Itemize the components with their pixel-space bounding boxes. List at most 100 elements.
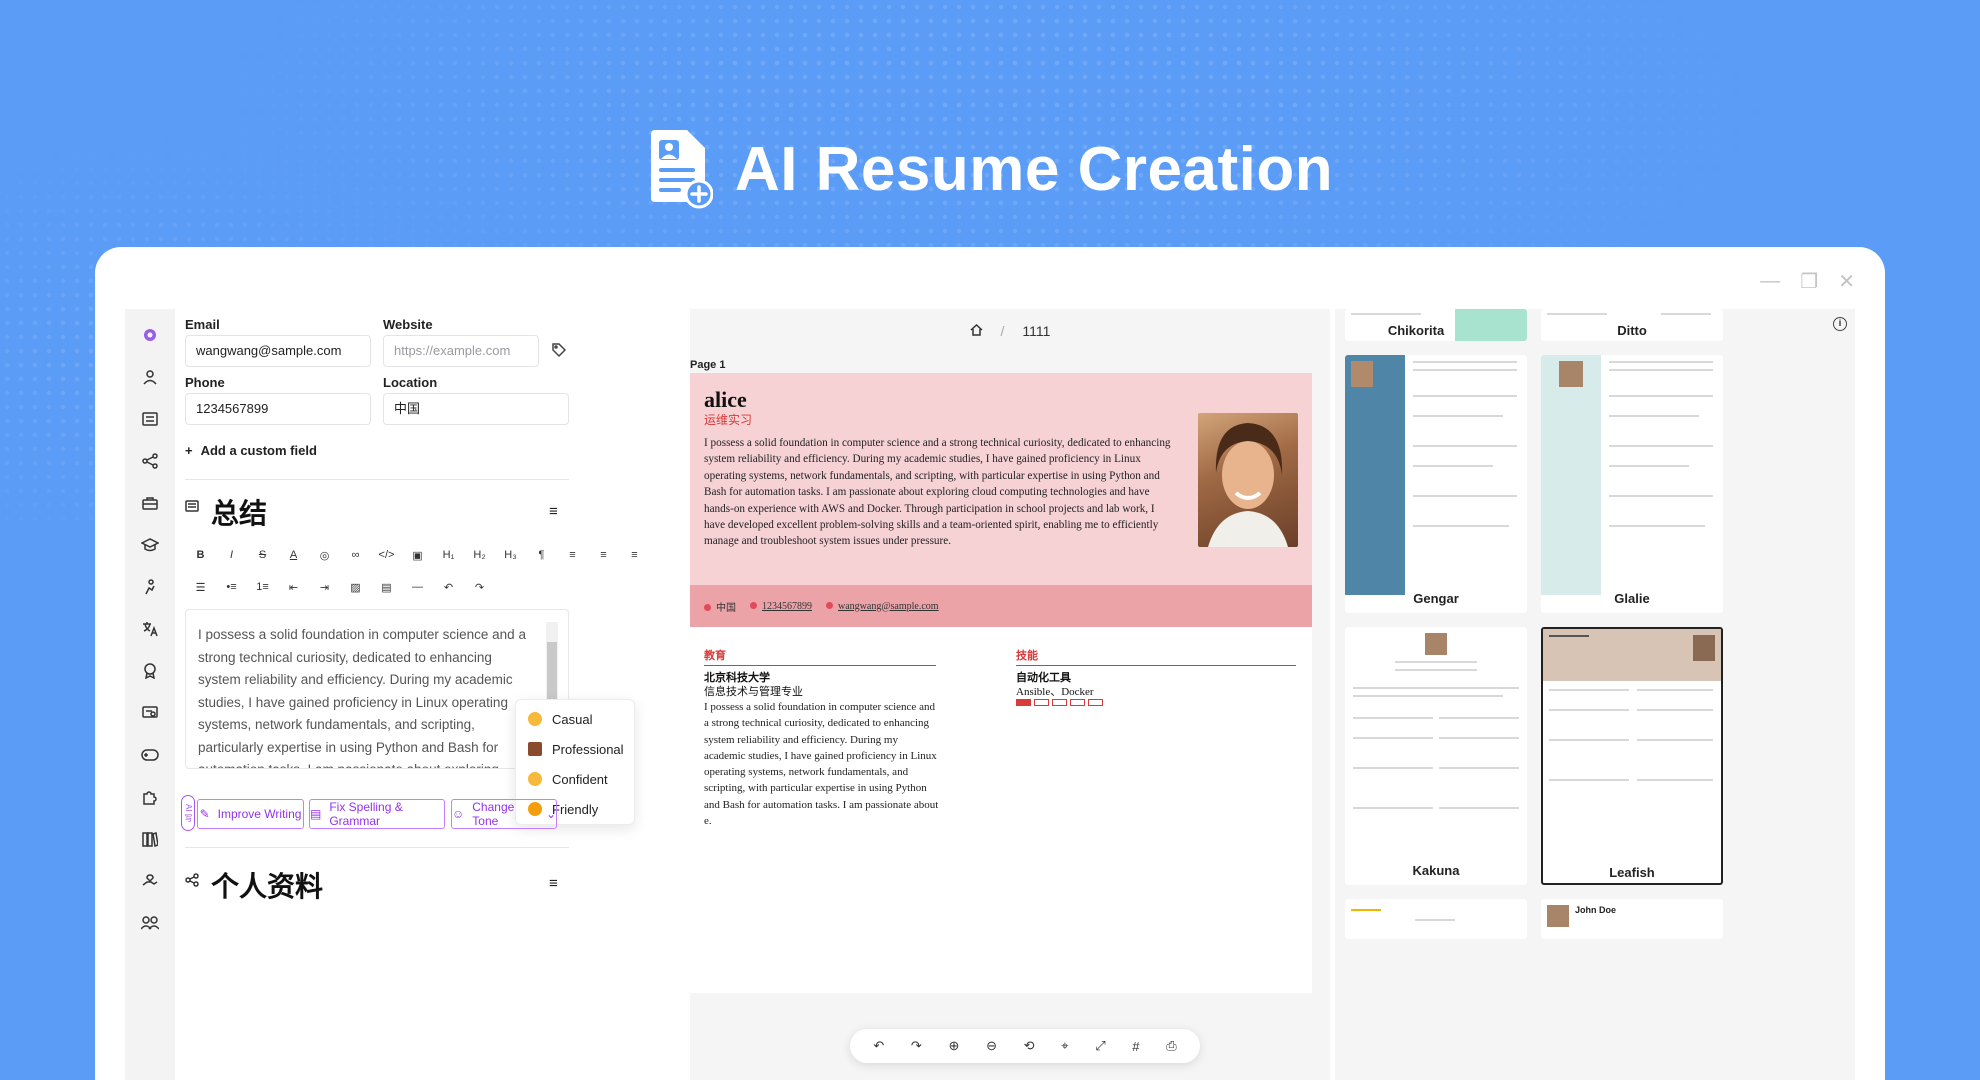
template-card[interactable]: John Doe	[1541, 899, 1723, 939]
template-card[interactable]: Gengar	[1345, 355, 1527, 613]
heading1-icon[interactable]: H₁	[433, 539, 464, 571]
profiles-title: 个人资料	[211, 871, 324, 902]
heading3-icon[interactable]: H₃	[495, 539, 526, 571]
ordered-list-icon[interactable]: 1≡	[247, 571, 278, 603]
hero-title: AI Resume Creation	[734, 134, 1334, 204]
center-icon[interactable]: ⌖	[1061, 1038, 1068, 1054]
page-break-icon[interactable]: #	[1132, 1039, 1139, 1054]
link-icon[interactable]: ∞	[340, 539, 371, 571]
drag-handle-icon[interactable]: ≡	[549, 875, 558, 892]
contact-email[interactable]: wangwang@sample.com	[826, 601, 939, 612]
sunglasses-emoji-icon	[528, 772, 542, 786]
tone-icon: ☺	[452, 807, 465, 821]
bullet-list-icon[interactable]: •≡	[216, 571, 247, 603]
resume-page: alice 运维实习 I possess a solid foundation …	[690, 373, 1312, 993]
align-justify-icon[interactable]: ☰	[185, 571, 216, 603]
paragraph-icon[interactable]: ¶	[526, 539, 557, 571]
contact-phone[interactable]: 1234567899	[750, 601, 812, 612]
zoom-in-icon[interactable]: ⊕	[948, 1038, 959, 1054]
summary-title: 总结	[211, 498, 268, 529]
zoom-out-icon[interactable]: ⊖	[986, 1038, 997, 1054]
email-icon	[826, 601, 833, 609]
tone-option-confident[interactable]: Confident	[516, 764, 634, 794]
fullscreen-icon[interactable]: ⤢	[1095, 1038, 1105, 1054]
redo-icon[interactable]: ↷	[911, 1038, 922, 1054]
plus-icon: +	[185, 443, 193, 458]
align-center-icon[interactable]: ≡	[588, 539, 619, 571]
strikethrough-icon[interactable]: S	[247, 539, 278, 571]
certificate-icon[interactable]	[139, 703, 161, 723]
template-card-selected[interactable]: Leafish	[1541, 627, 1723, 885]
editor-form: Email wangwang@sample.com Website https:…	[181, 309, 685, 1080]
highlight-icon[interactable]: ◎	[309, 539, 340, 571]
horizontal-rule-icon[interactable]: —	[402, 571, 433, 603]
template-card[interactable]: Ditto	[1541, 309, 1723, 341]
resume-add-icon	[647, 128, 714, 210]
major-name: 信息技术与管理专业	[704, 686, 803, 698]
minimize-icon[interactable]: —	[1760, 270, 1780, 293]
home-icon[interactable]	[970, 323, 983, 339]
award-icon[interactable]	[139, 661, 161, 681]
heading2-icon[interactable]: H₂	[464, 539, 495, 571]
summary-icon[interactable]	[139, 409, 161, 429]
briefcase-emoji-icon	[528, 742, 542, 756]
sparkle-icon: ✎	[199, 807, 210, 821]
undo-icon[interactable]: ↶	[873, 1038, 884, 1054]
indent-icon[interactable]: ⇥	[309, 571, 340, 603]
download-icon[interactable]: ⎙	[1166, 1038, 1176, 1054]
summary-editor[interactable]: I possess a solid foundation in computer…	[185, 609, 569, 769]
phone-field[interactable]: 1234567899	[185, 393, 371, 425]
add-custom-field-label: Add a custom field	[200, 443, 317, 458]
redo-icon[interactable]: ↷	[464, 571, 495, 603]
restore-icon[interactable]: ❐	[1800, 269, 1818, 294]
outdent-icon[interactable]: ⇤	[278, 571, 309, 603]
align-left-icon[interactable]: ≡	[557, 539, 588, 571]
graduation-cap-icon[interactable]	[139, 535, 161, 555]
brand-icon[interactable]	[139, 325, 161, 345]
template-card[interactable]: Glalie	[1541, 355, 1723, 613]
gamepad-icon[interactable]	[139, 745, 161, 765]
email-field[interactable]: wangwang@sample.com	[185, 335, 371, 367]
location-field[interactable]: 中国	[383, 393, 569, 425]
books-icon[interactable]	[139, 829, 161, 849]
code-icon[interactable]: </>	[371, 539, 402, 571]
template-card[interactable]: Kakuna	[1345, 627, 1527, 885]
reset-zoom-icon[interactable]: ⟲	[1024, 1038, 1035, 1054]
volunteer-icon[interactable]	[139, 871, 161, 891]
tag-icon[interactable]	[551, 342, 567, 358]
puzzle-icon[interactable]	[139, 787, 161, 807]
user-icon[interactable]	[139, 367, 161, 387]
share-icon[interactable]	[139, 451, 161, 471]
bold-icon[interactable]: B	[185, 539, 216, 571]
language-icon[interactable]	[139, 619, 161, 639]
references-icon[interactable]	[139, 913, 161, 933]
fix-spelling-button[interactable]: ▤ Fix Spelling & Grammar	[309, 799, 445, 829]
preview-toolbar: ↶ ↷ ⊕ ⊖ ⟲ ⌖ ⤢ # ⎙	[850, 1029, 1200, 1063]
briefcase-icon[interactable]	[139, 493, 161, 513]
tone-option-casual[interactable]: Casual	[516, 704, 634, 734]
website-field[interactable]: https://example.com	[383, 335, 539, 367]
template-card[interactable]	[1345, 899, 1527, 939]
ai-actions-bar: AI 写 ✎ Improve Writing ▤ Fix Spelling & Gr…	[181, 795, 569, 831]
skill-icon[interactable]	[139, 577, 161, 597]
skills-heading: 技能	[1016, 647, 1296, 666]
drag-handle-icon[interactable]: ≡	[549, 503, 558, 520]
table-icon[interactable]: ▤	[371, 571, 402, 603]
change-tone-button[interactable]: ☺ Change Tone ⌄	[451, 799, 557, 829]
undo-icon[interactable]: ↶	[433, 571, 464, 603]
education-description: I possess a solid foundation in computer…	[704, 701, 939, 828]
template-name: Glalie	[1614, 591, 1650, 606]
template-card[interactable]: Chikorita	[1345, 309, 1527, 341]
add-custom-field-button[interactable]: + Add a custom field	[185, 443, 317, 458]
website-label: Website	[383, 317, 433, 332]
italic-icon[interactable]: I	[216, 539, 247, 571]
text-color-icon[interactable]: A	[278, 539, 309, 571]
image-icon[interactable]: ▨	[340, 571, 371, 603]
divider	[185, 847, 569, 848]
info-icon[interactable]: i	[1833, 317, 1847, 331]
code-block-icon[interactable]: ▣	[402, 539, 433, 571]
tone-option-professional[interactable]: Professional	[516, 734, 634, 764]
close-icon[interactable]: ✕	[1838, 269, 1855, 294]
improve-writing-button[interactable]: ✎ Improve Writing	[197, 799, 304, 829]
align-right-icon[interactable]: ≡	[619, 539, 650, 571]
